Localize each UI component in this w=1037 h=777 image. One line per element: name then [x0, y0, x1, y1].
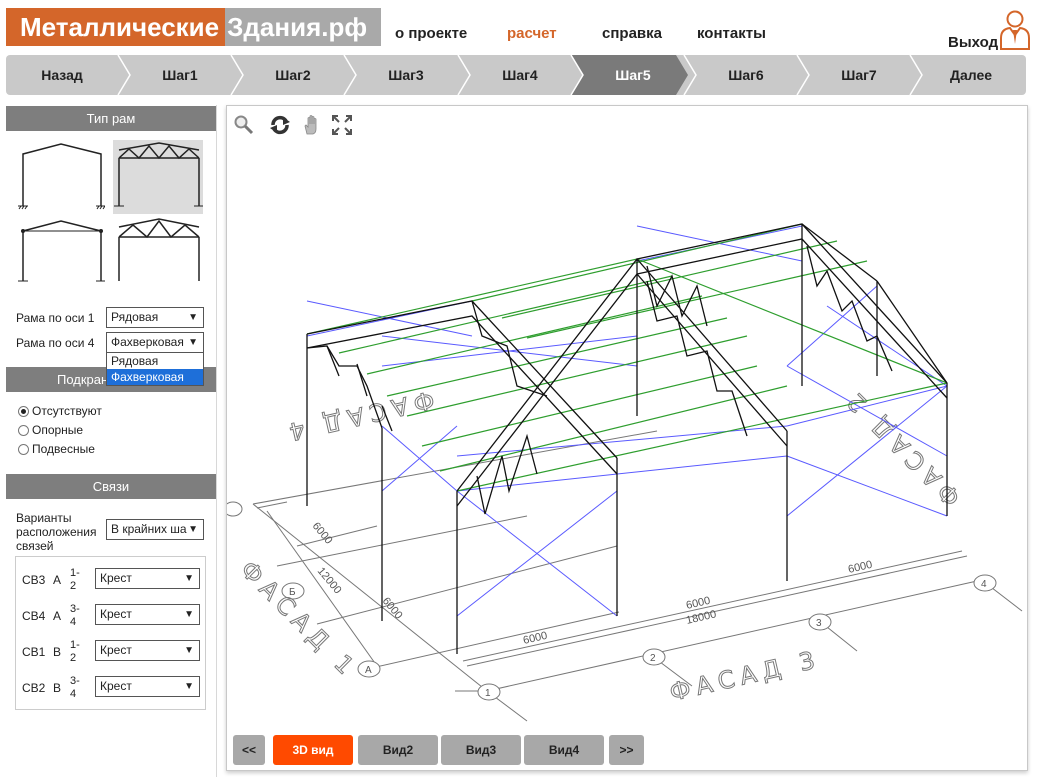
crane-option-suspended[interactable]: Подвесные: [18, 442, 95, 456]
axis4-frame-value: Фахверковая: [111, 335, 184, 349]
axis-marker-labels: 1 2 3 4 А Б: [289, 579, 987, 699]
logout-link[interactable]: Выход: [948, 34, 998, 51]
connections-header: Связи: [6, 474, 216, 499]
dim-6000-side-1: 6000: [310, 520, 335, 546]
ground-grid: [252, 430, 1023, 722]
step-5-active[interactable]: Шаг5: [577, 55, 689, 95]
user-avatar-icon[interactable]: [998, 8, 1032, 50]
chevron-down-icon: ▼: [184, 645, 194, 656]
step-1[interactable]: Шаг1: [124, 55, 236, 95]
chevron-down-icon: ▼: [184, 681, 194, 692]
dim-6000-front-3: 6000: [847, 559, 874, 576]
model-viewer[interactable]: 1 2 3 4 А Б 6000 6000 6000 18000 6000 12…: [226, 105, 1028, 771]
nav-link-help[interactable]: справка: [602, 25, 662, 42]
axis1-frame-value: Рядовая: [111, 310, 159, 324]
view-3d-button[interactable]: 3D вид: [273, 735, 353, 765]
axis-label-3: 3: [816, 618, 822, 629]
view-prev-button[interactable]: <<: [233, 735, 265, 765]
crane-option-suspended-label: Подвесные: [32, 442, 95, 456]
axis-label-4: 4: [981, 579, 987, 590]
bracing-axis: А: [53, 573, 62, 587]
site-logo[interactable]: Металлические Здания.рф: [6, 8, 382, 46]
bracing-type-value: Крест: [100, 643, 132, 657]
frame-option-rigid[interactable]: [15, 140, 105, 214]
axis-label-1: 1: [485, 688, 491, 699]
dim-6000-front-1: 6000: [522, 630, 549, 647]
radio-icon: [18, 443, 29, 455]
step-next[interactable]: Далее: [916, 55, 1026, 95]
view-3-button[interactable]: Вид3: [441, 735, 521, 765]
facade-4-label: ФАСАД 4: [281, 385, 437, 447]
dimension-labels: 6000 6000 6000 18000 6000 12000 6000: [310, 520, 874, 647]
bracing-type-value: Крест: [100, 679, 132, 693]
purlin-lines: [306, 223, 948, 492]
radio-icon: [18, 424, 29, 436]
bracing-span: 3-4: [70, 603, 80, 628]
logo-text-part1: Металлические: [6, 8, 226, 46]
frame-option-truss-2[interactable]: [113, 215, 203, 289]
crane-option-support[interactable]: Опорные: [18, 423, 83, 437]
bracing-axis: В: [53, 645, 62, 659]
axis1-frame-select[interactable]: Рядовая ▼: [106, 307, 204, 328]
nav-link-contacts[interactable]: контакты: [697, 25, 766, 42]
bracing-code: СВ1: [22, 645, 46, 659]
axis4-frame-label: Рама по оси 4: [16, 336, 95, 350]
frame-type-header: Тип рам: [6, 106, 216, 131]
wizard-steps-bar: Назад Шаг1 Шаг2 Шаг3 Шаг4 Шаг5 Шаг6 Шаг7…: [6, 55, 1026, 95]
chevron-down-icon: ▼: [188, 312, 198, 323]
crane-option-support-label: Опорные: [32, 423, 84, 437]
step-2[interactable]: Шаг2: [237, 55, 349, 95]
dropdown-option-fachwerk[interactable]: Фахверковая: [107, 369, 203, 385]
chevron-down-icon: ▼: [188, 524, 198, 535]
bracing-axis: В: [53, 681, 62, 695]
bracing-variants-value: В крайних ша: [111, 522, 187, 536]
bracing-span: 3-4: [70, 675, 80, 700]
facade-3-label: ФАСАД 3: [667, 645, 823, 707]
bracing-type-select[interactable]: Крест ▼: [95, 640, 200, 661]
crane-option-none[interactable]: Отсутствуют: [18, 404, 102, 418]
view-4-button[interactable]: Вид4: [524, 735, 604, 765]
step-7[interactable]: Шаг7: [803, 55, 915, 95]
step-back[interactable]: Назад: [6, 55, 118, 95]
crane-beams-title: Подкран: [57, 372, 109, 387]
chevron-down-icon: ▼: [184, 573, 194, 584]
bracing-type-value: Крест: [100, 571, 132, 585]
frame-members: [306, 223, 948, 654]
view-2-button[interactable]: Вид2: [358, 735, 438, 765]
bracing-span: 1-2: [70, 567, 80, 592]
bracing-type-select[interactable]: Крест ▼: [95, 568, 200, 589]
bracing-variants-select[interactable]: В крайних ша ▼: [106, 519, 204, 540]
chevron-down-icon: ▼: [184, 609, 194, 620]
logo-text-part2: Здания.рф: [225, 8, 382, 46]
axis-label-a: А: [365, 665, 372, 676]
frame-option-truss-selected[interactable]: [113, 140, 203, 214]
frame-option-hinged[interactable]: [15, 215, 105, 289]
step-6[interactable]: Шаг6: [690, 55, 802, 95]
nav-link-about[interactable]: о проекте: [395, 25, 467, 42]
bracing-type-value: Крест: [100, 607, 132, 621]
building-3d-drawing: 1 2 3 4 А Б 6000 6000 6000 18000 6000 12…: [227, 223, 1023, 722]
bracing-type-select[interactable]: Крест ▼: [95, 676, 200, 697]
bracing-code: СВ2: [22, 681, 46, 695]
dim-12000: 12000: [315, 565, 344, 596]
view-next-button[interactable]: >>: [609, 735, 644, 765]
axis4-frame-select[interactable]: Фахверковая ▼: [106, 332, 204, 353]
axis1-frame-label: Рама по оси 1: [16, 311, 95, 325]
radio-selected-icon: [18, 405, 29, 417]
step-4[interactable]: Шаг4: [464, 55, 576, 95]
nav-link-calculation[interactable]: расчет: [507, 25, 557, 42]
axis4-frame-dropdown: Рядовая Фахверковая: [106, 352, 204, 386]
bracing-axis: А: [53, 609, 62, 623]
bracing-type-select[interactable]: Крест ▼: [95, 604, 200, 625]
dropdown-option-ordinary[interactable]: Рядовая: [107, 353, 203, 369]
crane-option-none-label: Отсутствуют: [32, 404, 102, 418]
bracing-code: СВ3: [22, 573, 46, 587]
chevron-down-icon: ▼: [188, 337, 198, 348]
bracing-span: 1-2: [70, 639, 80, 664]
bracing-variants-label: Варианты расположения связей: [16, 511, 97, 553]
left-panel-divider: [216, 105, 217, 777]
axis-label-2: 2: [650, 653, 656, 664]
step-3[interactable]: Шаг3: [350, 55, 462, 95]
bracing-code: СВ4: [22, 609, 46, 623]
